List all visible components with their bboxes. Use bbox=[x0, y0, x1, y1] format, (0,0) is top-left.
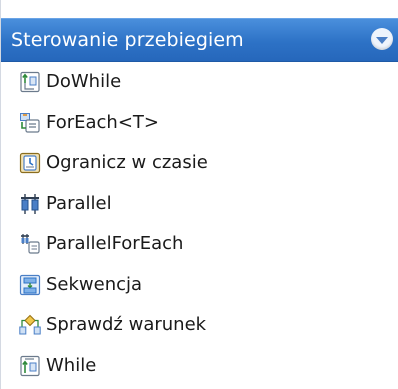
activity-item-foreach[interactable]: ForEach<T> bbox=[1, 103, 398, 144]
toolbox-panel: Sterowanie przebiegiem DoWhile ForEach<T… bbox=[0, 0, 398, 389]
activity-item-label: ParallelForEach bbox=[46, 233, 184, 254]
while-icon bbox=[20, 355, 40, 376]
activity-list: DoWhile ForEach<T> Ogranicz w czasie Par… bbox=[1, 62, 398, 386]
activity-item-label: Sprawdź warunek bbox=[46, 314, 207, 335]
sequence-icon bbox=[19, 274, 41, 295]
activity-item-label: Sekwencja bbox=[46, 273, 143, 295]
chevron-down-icon[interactable] bbox=[371, 28, 393, 50]
timeout-icon bbox=[19, 152, 41, 174]
activity-item-dowhile[interactable]: DoWhile bbox=[1, 62, 398, 103]
parallel-foreach-icon bbox=[21, 234, 40, 254]
foreach-icon bbox=[20, 112, 40, 133]
activity-item-label: ForEach<T> bbox=[46, 111, 159, 133]
activity-item-label: Parallel bbox=[46, 192, 112, 214]
section-title: Sterowanie przebiegiem bbox=[11, 29, 244, 51]
activity-item-label: DoWhile bbox=[46, 71, 122, 92]
activity-item-while[interactable]: While bbox=[1, 346, 398, 387]
activity-item-label: Ogranicz w czasie bbox=[46, 152, 208, 173]
activity-item-timeout[interactable]: Ogranicz w czasie bbox=[1, 143, 398, 184]
activity-item-condition[interactable]: Sprawdź warunek bbox=[1, 305, 398, 346]
condition-icon bbox=[19, 314, 41, 335]
dowhile-icon bbox=[20, 71, 40, 93]
section-header[interactable]: Sterowanie przebiegiem bbox=[1, 18, 398, 62]
activity-item-label: While bbox=[46, 354, 97, 376]
parallel-icon bbox=[21, 193, 39, 214]
activity-item-parallel[interactable]: Parallel bbox=[1, 184, 398, 225]
activity-item-parallel-foreach[interactable]: ParallelForEach bbox=[1, 224, 398, 265]
activity-item-sequence[interactable]: Sekwencja bbox=[1, 265, 398, 306]
